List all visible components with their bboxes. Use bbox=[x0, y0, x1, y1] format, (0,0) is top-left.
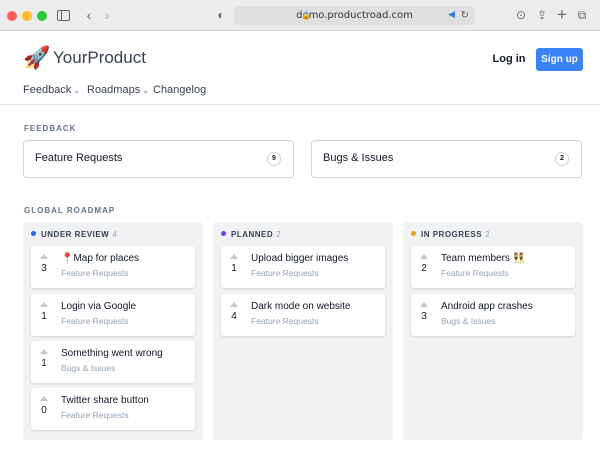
share-icon[interactable]: ⇪ bbox=[533, 6, 551, 24]
nav-feedback[interactable]: Feedback ⌄ bbox=[23, 83, 80, 98]
card-category: Feature Requests bbox=[61, 268, 129, 278]
nav-feedback-label: Feedback bbox=[23, 84, 72, 96]
forward-icon[interactable]: › bbox=[98, 6, 116, 24]
nav-changelog-label: Changelog bbox=[153, 84, 207, 96]
header-divider bbox=[0, 104, 600, 105]
nav-roadmaps-label: Roadmaps bbox=[87, 84, 141, 96]
feedback-section-label: FEEDBACK bbox=[24, 124, 77, 133]
board-count-badge: 2 bbox=[555, 152, 569, 166]
upvote-arrow-icon[interactable] bbox=[420, 302, 428, 307]
upvote-arrow-icon[interactable] bbox=[420, 254, 428, 259]
column-name: IN PROGRESS bbox=[421, 230, 483, 239]
column-count: 4 bbox=[112, 230, 118, 239]
upvote-arrow-icon[interactable] bbox=[40, 349, 48, 354]
nav-roadmaps[interactable]: Roadmaps ⌄ bbox=[87, 83, 149, 98]
card-category: Feature Requests bbox=[251, 316, 319, 326]
close-window-button[interactable] bbox=[7, 11, 17, 21]
privacy-shield-icon[interactable]: ◐ bbox=[212, 6, 230, 24]
card-title: Twitter share button bbox=[61, 395, 149, 406]
upvote-arrow-icon[interactable] bbox=[230, 302, 238, 307]
chevron-down-icon: ⌄ bbox=[142, 86, 149, 95]
card-title: Upload bigger images bbox=[251, 253, 349, 264]
roadmap-card[interactable]: 1 Login via Google Feature Requests bbox=[31, 294, 195, 336]
roadmap-card[interactable]: 3 Android app crashes Bugs & Issues bbox=[411, 294, 575, 336]
card-category: Feature Requests bbox=[251, 268, 319, 278]
new-tab-icon[interactable]: + bbox=[553, 6, 571, 24]
upvote-arrow-icon[interactable] bbox=[230, 254, 238, 259]
upvote-arrow-icon[interactable] bbox=[40, 396, 48, 401]
card-title: 📍Map for places bbox=[61, 253, 140, 264]
vote-count: 1 bbox=[231, 263, 237, 274]
brand-name[interactable]: YourProduct bbox=[53, 48, 146, 68]
upvote-arrow-icon[interactable] bbox=[40, 254, 48, 259]
roadmap-column-in-progress: IN PROGRESS 2 2 Team members 👯 Feature Re… bbox=[403, 222, 583, 440]
card-title: Dark mode on website bbox=[251, 301, 351, 312]
rocket-logo-icon[interactable]: 🚀 bbox=[23, 45, 50, 71]
vote-count: 4 bbox=[231, 311, 237, 322]
sidebar-toggle-icon[interactable] bbox=[57, 10, 70, 21]
roadmap-column-planned: PLANNED 2 1 Upload bigger images Feature … bbox=[213, 222, 393, 440]
board-bugs-issues[interactable]: Bugs & Issues 2 bbox=[311, 140, 582, 178]
reload-icon[interactable]: ↻ bbox=[461, 6, 469, 25]
card-category: Feature Requests bbox=[441, 268, 509, 278]
login-link[interactable]: Log in bbox=[490, 49, 528, 69]
column-header: UNDER REVIEW 4 bbox=[31, 230, 117, 240]
roadmap-card[interactable]: 2 Team members 👯 Feature Requests bbox=[411, 246, 575, 288]
card-title: Team members 👯 bbox=[441, 253, 526, 264]
tab-overview-icon[interactable]: ⧉ bbox=[573, 6, 591, 24]
card-category: Bugs & Issues bbox=[441, 316, 496, 326]
lock-icon: 🔒 bbox=[301, 11, 311, 20]
roadmap-card[interactable]: 4 Dark mode on website Feature Requests bbox=[221, 294, 385, 336]
url-text: demo.productroad.com bbox=[296, 10, 413, 21]
roadmap-column-under-review: UNDER REVIEW 4 3 📍Map for places Feature … bbox=[23, 222, 203, 440]
roadmap-card[interactable]: 1 Something went wrong Bugs & Issues bbox=[31, 341, 195, 383]
vote-count: 0 bbox=[41, 405, 47, 416]
zoom-window-button[interactable] bbox=[37, 11, 47, 21]
status-dot bbox=[221, 231, 226, 236]
card-title: Login via Google bbox=[61, 301, 137, 312]
card-category: Feature Requests bbox=[61, 410, 129, 420]
status-dot bbox=[31, 231, 36, 236]
card-title: Something went wrong bbox=[61, 348, 163, 359]
column-count: 2 bbox=[276, 230, 282, 239]
upvote-arrow-icon[interactable] bbox=[40, 302, 48, 307]
roadmap-section-label: GLOBAL ROADMAP bbox=[24, 206, 116, 215]
browser-toolbar: ‹ › ◐ 🔒 demo.productroad.com ◀︎ ↻ ⊙ ⇪ + … bbox=[0, 0, 600, 31]
back-icon[interactable]: ‹ bbox=[80, 6, 98, 24]
status-dot bbox=[411, 231, 416, 236]
vote-count: 2 bbox=[421, 263, 427, 274]
roadmap-card[interactable]: 1 Upload bigger images Feature Requests bbox=[221, 246, 385, 288]
minimize-window-button[interactable] bbox=[22, 11, 32, 21]
column-name: UNDER REVIEW bbox=[41, 230, 110, 239]
nav-changelog[interactable]: Changelog bbox=[153, 83, 206, 97]
card-title: Android app crashes bbox=[441, 301, 533, 312]
board-name: Feature Requests bbox=[35, 152, 123, 164]
downloads-icon[interactable]: ⊙ bbox=[512, 6, 530, 24]
column-count: 2 bbox=[485, 230, 491, 239]
board-feature-requests[interactable]: Feature Requests 9 bbox=[23, 140, 294, 178]
roadmap-card[interactable]: 3 📍Map for places Feature Requests bbox=[31, 246, 195, 288]
vote-count: 1 bbox=[41, 311, 47, 322]
chevron-down-icon: ⌄ bbox=[73, 86, 81, 95]
address-bar[interactable]: 🔒 demo.productroad.com ◀︎ ↻ bbox=[234, 6, 475, 25]
signup-button[interactable]: Sign up bbox=[536, 48, 583, 71]
card-category: Feature Requests bbox=[61, 316, 129, 326]
vote-count: 3 bbox=[421, 311, 427, 322]
vote-count: 1 bbox=[41, 358, 47, 369]
roadmap-card[interactable]: 0 Twitter share button Feature Requests bbox=[31, 388, 195, 430]
audio-icon[interactable]: ◀︎ bbox=[448, 6, 455, 25]
board-count-badge: 9 bbox=[267, 152, 281, 166]
column-header: IN PROGRESS 2 bbox=[411, 230, 490, 240]
card-category: Bugs & Issues bbox=[61, 363, 116, 373]
board-name: Bugs & Issues bbox=[323, 152, 394, 164]
vote-count: 3 bbox=[41, 263, 47, 274]
column-name: PLANNED bbox=[231, 230, 274, 239]
column-header: PLANNED 2 bbox=[221, 230, 281, 240]
